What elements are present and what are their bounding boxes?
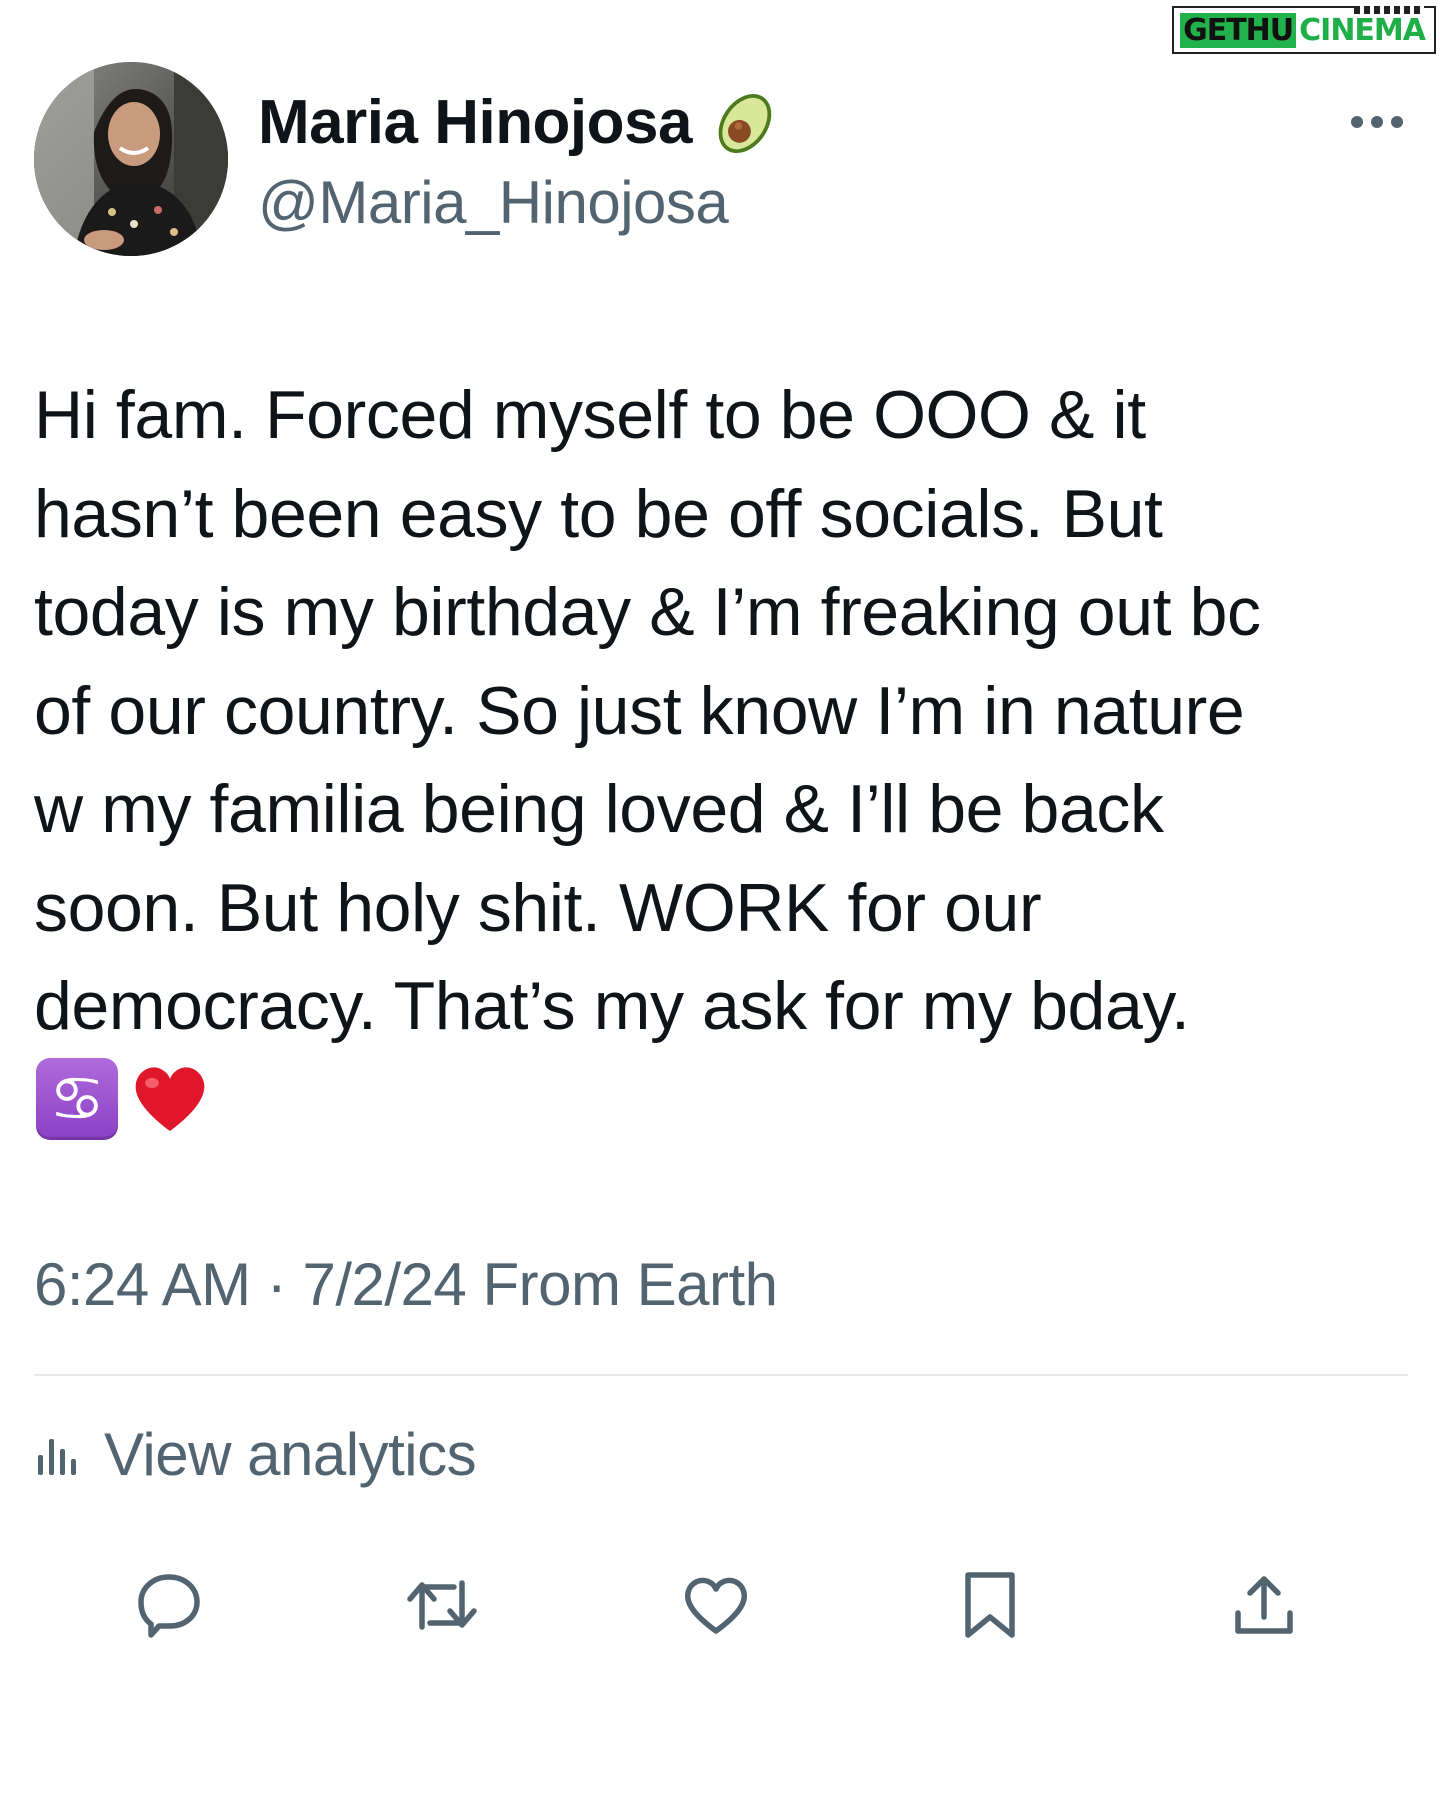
share-button[interactable]: [1224, 1565, 1304, 1645]
share-icon: [1235, 1576, 1293, 1634]
view-analytics-link[interactable]: View analytics: [34, 1420, 477, 1489]
tweet-action-bar: [0, 1565, 1440, 1655]
avocado-emoji-icon: [718, 94, 772, 154]
watermark-part1: GETHU: [1180, 12, 1297, 48]
cancer-zodiac-emoji: ♋: [36, 1058, 118, 1140]
tweet-emojis: ♋: [36, 1058, 210, 1140]
more-options-icon[interactable]: [1348, 112, 1406, 132]
analytics-label: View analytics: [104, 1421, 477, 1488]
red-heart-emoji: [135, 1067, 205, 1131]
tweet-text: Hi fam. Forced myself to be OOO & it has…: [34, 377, 1261, 1044]
user-handle[interactable]: @Maria_Hinojosa: [258, 168, 729, 237]
avatar-photo: [34, 62, 228, 256]
watermark-logo: GETHU CINEMA: [1172, 6, 1436, 54]
retweet-button[interactable]: [402, 1565, 482, 1645]
watermark-part2: CINEMA: [1299, 12, 1426, 48]
retweet-icon: [407, 1580, 477, 1630]
tweet-timestamp[interactable]: 6:24 AM · 7/2/24 From Earth: [34, 1250, 778, 1319]
divider: [34, 1374, 1408, 1376]
bookmark-button[interactable]: [950, 1565, 1030, 1645]
tweet-header: Maria Hinojosa @Maria_Hinojosa: [34, 62, 1406, 262]
avatar[interactable]: [34, 62, 228, 256]
like-button[interactable]: [676, 1565, 756, 1645]
reply-icon: [138, 1574, 200, 1638]
name-row: Maria Hinojosa: [258, 84, 784, 160]
bookmark-icon: [965, 1572, 1015, 1638]
analytics-bar-icon: [38, 1438, 76, 1475]
film-strip-icon: [1354, 6, 1424, 14]
cancer-glyph: ♋: [49, 1062, 105, 1135]
reply-button[interactable]: [129, 1565, 209, 1645]
display-name[interactable]: Maria Hinojosa: [258, 87, 693, 158]
like-icon: [684, 1577, 748, 1634]
